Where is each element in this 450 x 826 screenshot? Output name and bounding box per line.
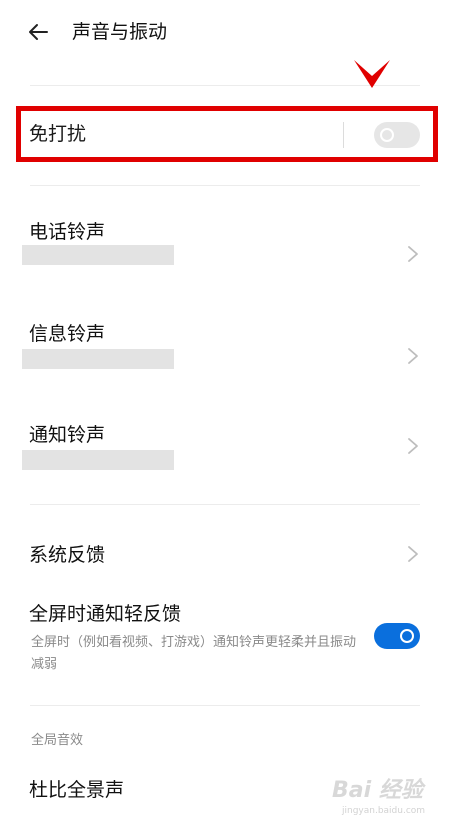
settings-page: 声音与振动 免打扰 电话铃声 信息铃声 通知铃声 系统反馈 全屏时通知轻反馈 全… <box>0 0 450 826</box>
chevron-right-icon <box>408 546 418 562</box>
red-arrow-marker-icon <box>354 60 390 88</box>
system-feedback-label: 系统反馈 <box>29 544 106 566</box>
dnd-toggle[interactable] <box>374 122 420 148</box>
notification-ringtone-value <box>22 450 174 470</box>
divider <box>30 705 420 706</box>
phone-ringtone-value <box>22 245 174 265</box>
message-ringtone-value <box>22 349 174 369</box>
page-title: 声音与振动 <box>72 21 168 43</box>
toggle-knob <box>400 629 414 643</box>
divider <box>30 504 420 505</box>
message-ringtone-label: 信息铃声 <box>29 323 106 345</box>
baidu-jingyan-watermark: Bai 经验 jingyan.baidu.com <box>332 766 442 822</box>
phone-ringtone-label: 电话铃声 <box>29 221 106 243</box>
fullscreen-feedback-toggle[interactable] <box>374 623 420 649</box>
divider <box>30 185 420 186</box>
watermark-text: Bai 经验 <box>332 778 423 803</box>
chevron-right-icon <box>408 438 418 454</box>
chevron-right-icon <box>408 246 418 262</box>
global-sound-section-header: 全局音效 <box>31 733 84 748</box>
watermark-url: jingyan.baidu.com <box>342 806 426 816</box>
dnd-label: 免打扰 <box>29 123 87 145</box>
chevron-right-icon <box>408 348 418 364</box>
fullscreen-feedback-description: 全屏时（例如看视频、打游戏）通知铃声更轻柔并且振动减弱 <box>31 635 357 672</box>
fullscreen-feedback-label: 全屏时通知轻反馈 <box>29 603 182 625</box>
dolby-atmos-label: 杜比全景声 <box>29 779 125 801</box>
header: 声音与振动 <box>0 0 450 62</box>
notification-ringtone-label: 通知铃声 <box>29 424 106 446</box>
back-arrow-icon[interactable] <box>26 20 50 44</box>
toggle-knob <box>380 128 394 142</box>
vertical-separator <box>343 122 344 148</box>
